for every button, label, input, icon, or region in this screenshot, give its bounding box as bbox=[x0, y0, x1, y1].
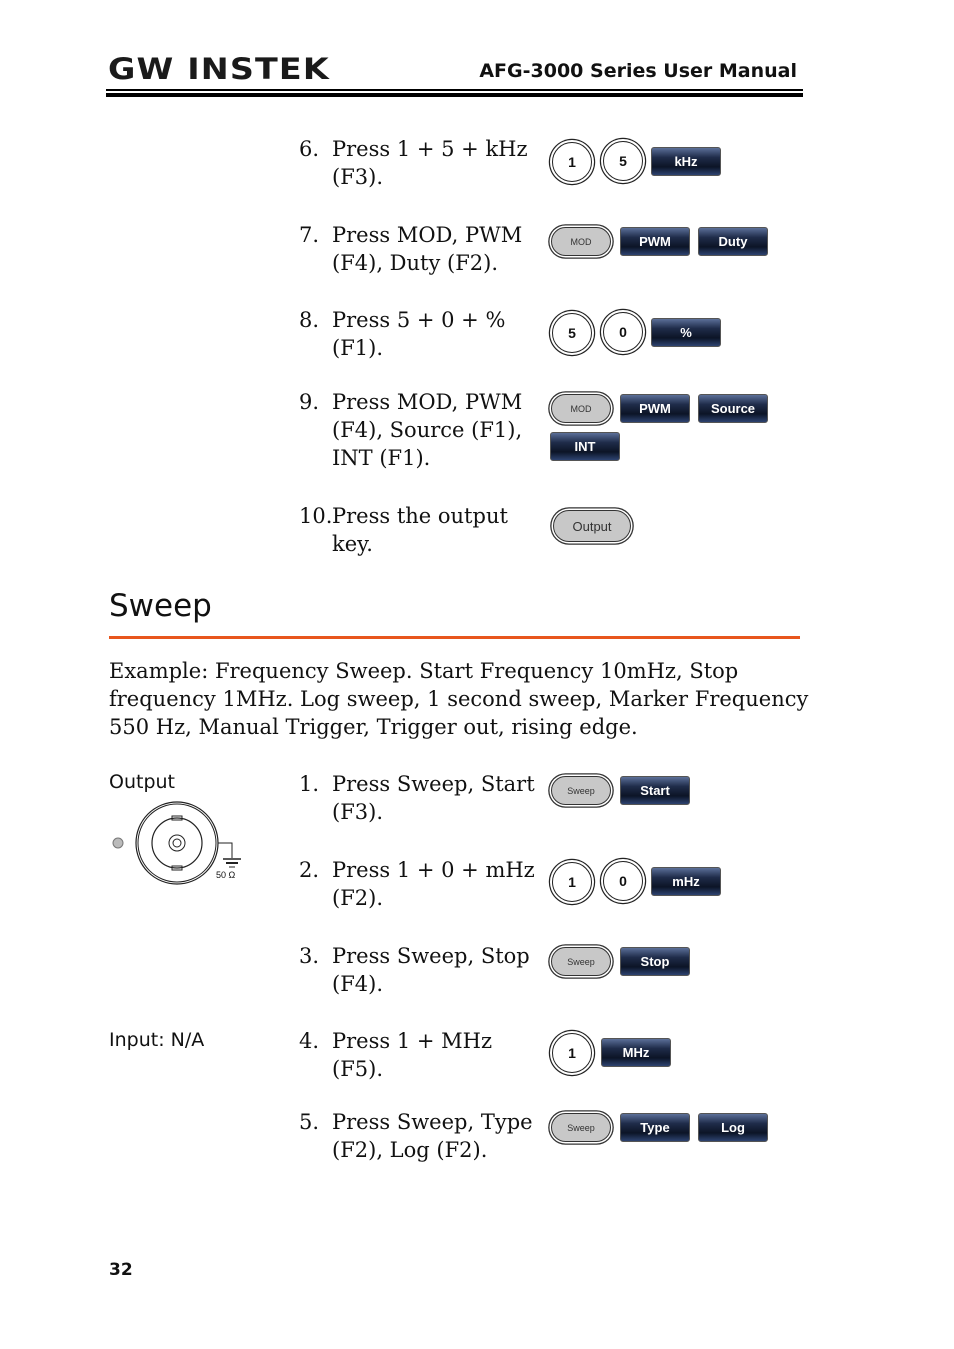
key-1: 1 bbox=[552, 142, 592, 182]
step-text: Press Sweep, Type (F2), Log (F2). bbox=[332, 1110, 533, 1162]
key-5: 5 bbox=[552, 313, 592, 353]
output-label: Output bbox=[109, 771, 175, 793]
impedance-label: 50 Ω bbox=[216, 870, 236, 880]
header-rule-thick bbox=[106, 93, 803, 97]
key-khz: kHz bbox=[651, 147, 721, 176]
key-percent: % bbox=[651, 318, 721, 347]
step-number: 8. bbox=[299, 308, 320, 332]
key-1: 1 bbox=[552, 862, 592, 902]
key-sweep: Sweep bbox=[551, 776, 611, 805]
step-number: 7. bbox=[299, 223, 320, 247]
key-output: Output bbox=[553, 510, 631, 542]
key-mod: MOD bbox=[551, 394, 611, 423]
key-start: Start bbox=[620, 776, 690, 805]
key-pwm: PWM bbox=[620, 227, 690, 256]
step-text: Press Sweep, Start (F3). bbox=[332, 772, 535, 824]
key-0: 0 bbox=[603, 861, 643, 901]
section-rule bbox=[109, 636, 800, 639]
step-text: Press the output key. bbox=[332, 504, 508, 556]
key-mhz-mega: MHz bbox=[601, 1038, 671, 1067]
sweep-step-5: 5. Press Sweep, Type (F2), Log (F2). bbox=[299, 1108, 539, 1164]
sweep-step-3: 3. Press Sweep, Stop (F4). bbox=[299, 942, 539, 998]
key-int: INT bbox=[550, 432, 620, 461]
step-number: 9. bbox=[299, 390, 320, 414]
step-9: 9. Press MOD, PWM (F4), Source (F1), INT … bbox=[299, 388, 539, 472]
header-title: AFG-3000 Series User Manual bbox=[479, 60, 797, 82]
key-5: 5 bbox=[603, 141, 643, 181]
key-mod: MOD bbox=[551, 227, 611, 256]
key-sweep: Sweep bbox=[551, 1113, 611, 1142]
step-text: Press MOD, PWM (F4), Duty (F2). bbox=[332, 223, 523, 275]
key-type: Type bbox=[620, 1113, 690, 1142]
gw-instek-logo: GW INSTEK bbox=[108, 52, 330, 86]
step-text: Press MOD, PWM (F4), Source (F1), INT (F… bbox=[332, 390, 523, 470]
step-number: 2. bbox=[299, 858, 320, 882]
step-number: 10. bbox=[299, 504, 333, 528]
key-1: 1 bbox=[552, 1033, 592, 1073]
key-mhz-milli: mHz bbox=[651, 867, 721, 896]
step-text: Press 1 + 0 + mHz (F2). bbox=[332, 858, 535, 910]
step-number: 1. bbox=[299, 772, 320, 796]
key-sweep: Sweep bbox=[551, 947, 611, 976]
step-8: 8. Press 5 + 0 + % (F1). bbox=[299, 306, 549, 362]
input-label: Input: N/A bbox=[109, 1029, 205, 1051]
step-text: Press 5 + 0 + % (F1). bbox=[332, 308, 506, 360]
example-text: Example: Frequency Sweep. Start Frequenc… bbox=[109, 659, 809, 739]
step-text: Press 1 + MHz (F5). bbox=[332, 1029, 493, 1081]
key-duty: Duty bbox=[698, 227, 768, 256]
header-rule bbox=[106, 89, 803, 91]
key-pwm: PWM bbox=[620, 394, 690, 423]
manual-page: GW INSTEK AFG-3000 Series User Manual 6.… bbox=[0, 0, 954, 1349]
step-text: Press 1 + 5 + kHz (F3). bbox=[332, 137, 528, 189]
sweep-step-4: 4. Press 1 + MHz (F5). bbox=[299, 1027, 549, 1083]
step-number: 3. bbox=[299, 944, 320, 968]
step-number: 6. bbox=[299, 137, 320, 161]
key-source: Source bbox=[698, 394, 768, 423]
step-10: 10. Press the output key. bbox=[299, 502, 539, 558]
sweep-step-1: 1. Press Sweep, Start (F3). bbox=[299, 770, 539, 826]
step-text: Press Sweep, Stop (F4). bbox=[332, 944, 530, 996]
section-title: Sweep bbox=[109, 588, 212, 624]
key-0: 0 bbox=[603, 312, 643, 352]
step-6: 6. Press 1 + 5 + kHz (F3). bbox=[299, 135, 539, 191]
step-7: 7. Press MOD, PWM (F4), Duty (F2). bbox=[299, 221, 539, 277]
step-number: 4. bbox=[299, 1029, 320, 1053]
sweep-step-2: 2. Press 1 + 0 + mHz (F2). bbox=[299, 856, 539, 912]
key-stop: Stop bbox=[620, 947, 690, 976]
step-number: 5. bbox=[299, 1110, 320, 1134]
page-number: 32 bbox=[109, 1260, 133, 1280]
key-log: Log bbox=[698, 1113, 768, 1142]
